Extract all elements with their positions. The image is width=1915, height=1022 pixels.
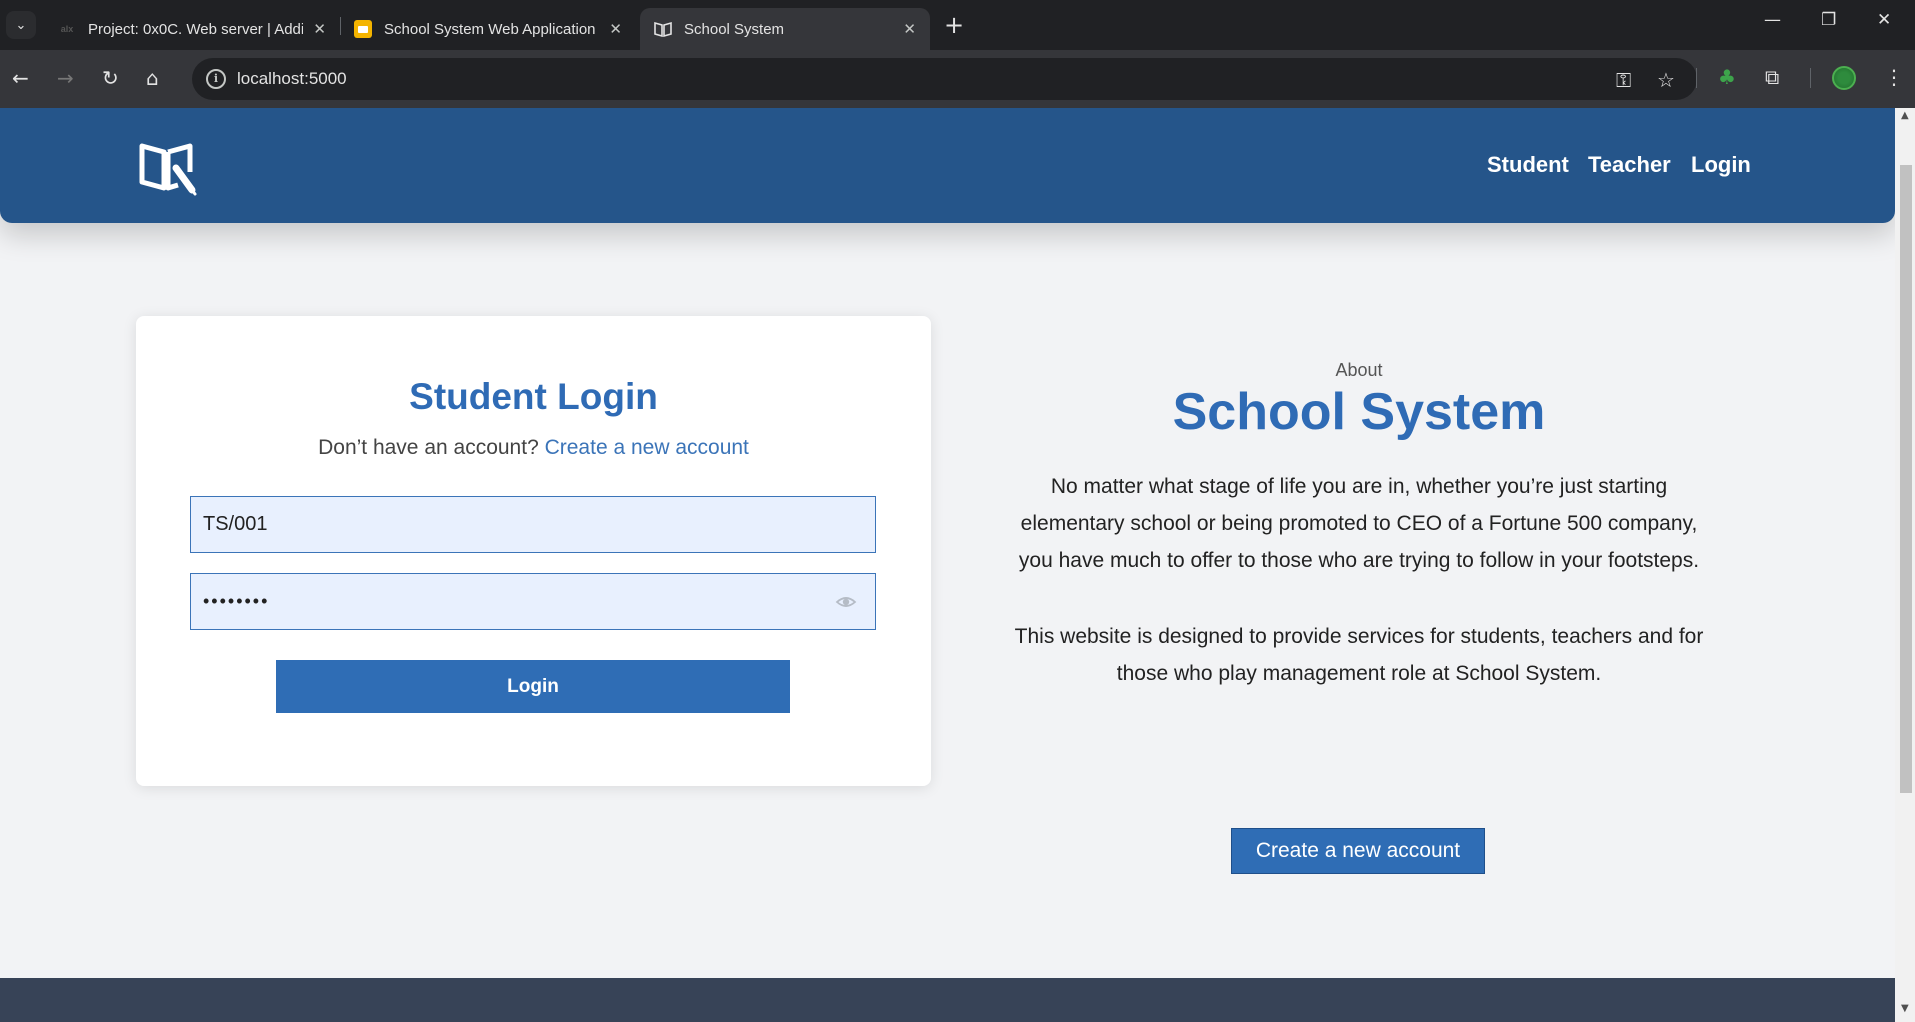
student-login-card: Student Login Don’t have an account? Cre…	[136, 316, 931, 786]
close-icon[interactable]: ✕	[903, 20, 916, 38]
password-key-icon[interactable]: ⚿	[1616, 68, 1631, 92]
new-tab-button[interactable]: +	[944, 12, 964, 38]
tab-school-system-web-app[interactable]: School System Web Application ✕	[340, 8, 636, 50]
about-paragraph-line: This website is designed to provide serv…	[1014, 625, 1704, 648]
forward-icon[interactable]: →	[57, 66, 74, 90]
browser-toolbar: ← → ↻ ⌂ i localhost:5000 ⚿ ☆ ♣ ⧉ ⋮	[0, 50, 1915, 108]
book-icon	[654, 20, 672, 38]
tab-title: School System Web Application	[384, 20, 596, 38]
eye-icon[interactable]	[835, 591, 857, 613]
about-paragraph-line: No matter what stage of life you are in,…	[1050, 475, 1668, 498]
toolbar-divider	[1696, 68, 1697, 88]
back-icon[interactable]: ←	[12, 66, 29, 90]
scroll-down-arrow-icon[interactable]: ▼	[1901, 1003, 1909, 1014]
nav-teacher-link[interactable]: Teacher	[1588, 152, 1671, 178]
menu-kebab-icon[interactable]: ⋮	[1884, 65, 1904, 89]
scrollbar-thumb[interactable]	[1900, 165, 1912, 793]
username-input[interactable]: TS/001	[190, 496, 876, 553]
restore-icon[interactable]: ❐	[1821, 10, 1836, 30]
reload-icon[interactable]: ↻	[102, 66, 119, 90]
tab-school-system[interactable]: School System ✕	[640, 8, 930, 50]
site-info-icon[interactable]: i	[206, 69, 226, 89]
home-icon[interactable]: ⌂	[146, 66, 159, 90]
close-icon[interactable]: ✕	[313, 20, 326, 38]
tab-search-button[interactable]: ⌄	[6, 11, 36, 39]
about-paragraph-line: you have much to offer to those who are …	[1018, 549, 1700, 572]
scroll-up-arrow-icon[interactable]: ▲	[1901, 110, 1909, 121]
url-text[interactable]: localhost:5000	[237, 69, 347, 89]
subtitle-prefix: Don’t have an account?	[318, 436, 539, 459]
create-account-button[interactable]: Create a new account	[1231, 828, 1485, 874]
about-title: School System	[1172, 383, 1546, 441]
about-paragraph-1: No matter what stage of life you are in,…	[978, 468, 1740, 579]
slides-icon	[354, 20, 372, 38]
profile-avatar[interactable]	[1832, 66, 1856, 90]
login-subtitle: Don’t have an account? Create a new acco…	[136, 436, 931, 460]
page-viewport: Student Teacher Login Student Login Don’…	[0, 108, 1895, 1022]
nav-student-link[interactable]: Student	[1487, 152, 1569, 178]
login-title: Student Login	[409, 376, 658, 417]
extension-tree-icon[interactable]: ♣	[1718, 65, 1736, 89]
book-logo-icon[interactable]	[138, 138, 198, 196]
create-account-link[interactable]: Create a new account	[545, 436, 749, 459]
tab-strip: ⌄ alx Project: 0x0C. Web server | Addi ✕…	[0, 0, 1915, 50]
tab-alx-project[interactable]: alx Project: 0x0C. Web server | Addi ✕	[44, 8, 340, 50]
about-paragraph-line: elementary school or being promoted to C…	[1020, 512, 1698, 535]
username-value: TS/001	[203, 513, 268, 535]
toolbar-divider	[1810, 68, 1811, 88]
extensions-puzzle-icon[interactable]: ⧉	[1765, 65, 1779, 89]
site-header: Student Teacher Login	[0, 108, 1895, 223]
close-icon[interactable]: ✕	[609, 20, 622, 38]
login-button[interactable]: Login	[276, 660, 790, 713]
tab-title: Project: 0x0C. Web server | Addi	[88, 20, 304, 38]
about-kicker: About	[1335, 360, 1383, 380]
password-value: ••••••••	[203, 591, 270, 611]
address-bar[interactable]: i localhost:5000 ⚿ ☆	[192, 58, 1697, 100]
minimize-icon[interactable]: —	[1764, 10, 1781, 30]
alx-icon: alx	[60, 24, 74, 34]
nav-login-link[interactable]: Login	[1691, 152, 1751, 178]
about-paragraph-line: those who play management role at School…	[1116, 662, 1602, 685]
password-input[interactable]: ••••••••	[190, 573, 876, 630]
tab-title: School System	[684, 20, 785, 38]
bookmark-star-icon[interactable]: ☆	[1657, 68, 1675, 92]
site-footer	[0, 978, 1895, 1022]
close-window-icon[interactable]: ✕	[1877, 10, 1891, 30]
about-paragraph-2: This website is designed to provide serv…	[978, 618, 1740, 692]
